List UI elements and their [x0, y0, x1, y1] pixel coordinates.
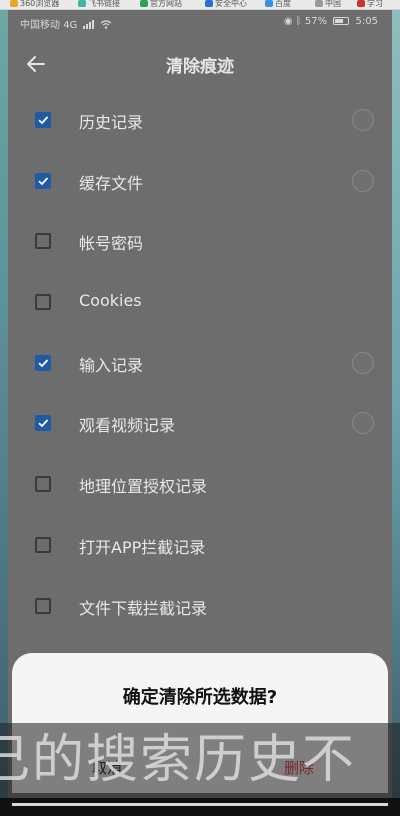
status-right: ◉ ᛒ 57% 5:05	[284, 16, 378, 27]
option-input-records[interactable]: 输入记录	[8, 333, 392, 394]
tab-icon	[10, 0, 18, 7]
check-icon	[38, 177, 49, 185]
tab-label: 安全中心	[215, 0, 247, 8]
option-history[interactable]: 历史记录	[8, 90, 392, 151]
checkbox-location[interactable]	[35, 476, 51, 493]
clear-options-list: 历史记录 缓存文件 帐号密码 Cookies 输入记录 观看视频记录 地理位置授…	[8, 90, 392, 636]
tab-icon	[78, 0, 86, 7]
option-video-history[interactable]: 观看视频记录	[8, 393, 392, 454]
option-label: 观看视频记录	[79, 416, 176, 436]
checkbox-input-records[interactable]	[35, 354, 51, 371]
radio-video-history[interactable]	[352, 412, 374, 435]
tab-label: 官方网站	[150, 0, 182, 8]
tab-6[interactable]: 学习	[357, 0, 383, 9]
tab-3[interactable]: 安全中心	[205, 0, 247, 9]
option-cookies[interactable]: Cookies	[8, 272, 392, 333]
clock: 5:05	[355, 16, 378, 27]
checkbox-cookies[interactable]	[35, 294, 51, 311]
tab-1[interactable]: 飞书链接	[78, 0, 120, 9]
tab-icon	[315, 0, 323, 7]
tab-label: 百度	[275, 0, 291, 8]
check-icon	[38, 116, 49, 125]
option-label: 打开APP拦截记录	[79, 537, 206, 557]
option-label: 文件下载拦截记录	[79, 598, 208, 618]
checkbox-app-block[interactable]	[35, 536, 51, 553]
phone-screen: 中国移动 4G ◉ ᛒ 57% 5:05 清除痕迹 历史记录 缓存文件 帐号密码…	[8, 10, 392, 806]
tab-icon	[357, 0, 365, 7]
tab-icon	[205, 0, 213, 7]
tab-label: 飞书链接	[88, 0, 120, 8]
network-label: 4G	[63, 20, 78, 31]
tab-2[interactable]: 官方网站	[140, 0, 182, 9]
status-left: 中国移动 4G	[20, 16, 112, 31]
tab-5[interactable]: 中国	[315, 0, 341, 9]
check-icon	[38, 419, 49, 428]
checkbox-cache[interactable]	[35, 172, 51, 189]
option-label: Cookies	[79, 291, 142, 311]
tab-icon	[140, 0, 148, 7]
battery-icon	[333, 17, 350, 25]
radio-input-records[interactable]	[352, 351, 374, 374]
option-passwords[interactable]: 帐号密码	[8, 211, 392, 272]
title-bar: 清除痕迹	[8, 42, 392, 86]
frame-edge-right	[392, 0, 400, 816]
page-title: 清除痕迹	[166, 57, 234, 77]
wifi-icon	[100, 20, 112, 29]
eye-icon: ◉	[283, 16, 293, 27]
option-cache[interactable]: 缓存文件	[8, 151, 392, 212]
battery-percent: 57%	[304, 16, 328, 27]
radio-history[interactable]	[352, 109, 374, 131]
radio-cache[interactable]	[352, 169, 374, 192]
signal-icon	[82, 20, 94, 29]
option-label: 历史记录	[79, 113, 144, 132]
checkbox-video-history[interactable]	[35, 415, 51, 432]
dialog-title: 确定清除所选数据?	[122, 687, 278, 708]
option-label: 缓存文件	[79, 173, 144, 193]
tab-4[interactable]: 百度	[265, 0, 291, 9]
tab-label: 360浏览器	[20, 0, 60, 8]
status-bar: 中国移动 4G ◉ ᛒ 57% 5:05	[8, 10, 392, 34]
option-location[interactable]: 地理位置授权记录	[8, 454, 392, 515]
checkbox-download-block[interactable]	[35, 597, 51, 614]
browser-tab-strip: 360浏览器 飞书链接 官方网站 安全中心 百度 中国 学习	[0, 0, 400, 10]
option-label: 输入记录	[79, 355, 144, 375]
option-download-block[interactable]: 文件下载拦截记录	[8, 576, 392, 637]
tab-label: 中国	[325, 0, 341, 8]
video-subtitle: 己的搜索历史不	[0, 730, 357, 790]
check-icon	[38, 359, 49, 368]
tab-0[interactable]: 360浏览器	[10, 0, 60, 9]
option-label: 帐号密码	[79, 234, 144, 254]
tab-icon	[265, 0, 273, 7]
tab-label: 学习	[367, 0, 383, 8]
bluetooth-icon: ᛒ	[295, 16, 302, 27]
checkbox-history[interactable]	[35, 112, 51, 128]
option-label: 地理位置授权记录	[79, 477, 208, 497]
carrier-label: 中国移动	[20, 20, 60, 31]
option-app-block[interactable]: 打开APP拦截记录	[8, 515, 392, 576]
bottom-bar	[0, 798, 400, 816]
progress-line	[12, 803, 388, 806]
frame-edge-left	[0, 0, 8, 816]
checkbox-passwords[interactable]	[35, 233, 51, 250]
